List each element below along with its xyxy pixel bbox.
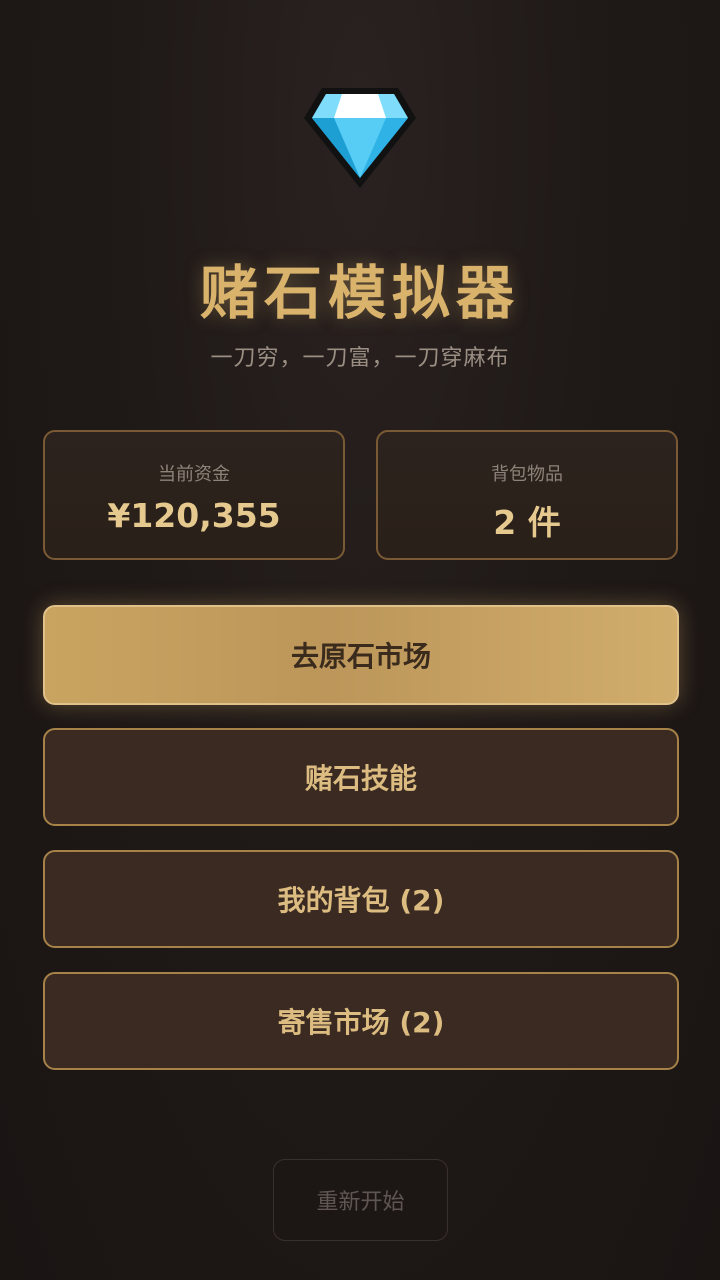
restart-button[interactable]: 重新开始 xyxy=(273,1159,448,1241)
inventory-value: 2 件 xyxy=(493,503,561,542)
skills-button[interactable]: 赌石技能 xyxy=(43,728,679,826)
app-title: 赌石模拟器 xyxy=(199,259,520,327)
funds-value: ¥120,355 xyxy=(107,496,281,535)
funds-label: 当前资金 xyxy=(158,464,230,485)
go-market-button[interactable]: 去原石市场 xyxy=(43,605,679,705)
app-screen: 赌石模拟器 一刀穷，一刀富，一刀穿麻布 当前资金 ¥120,355 背包物品 2… xyxy=(0,0,720,1280)
inventory-label: 背包物品 xyxy=(491,464,563,485)
diamond-icon xyxy=(304,88,416,188)
app-subtitle: 一刀穷，一刀富，一刀穿麻布 xyxy=(210,346,510,371)
backpack-button[interactable]: 我的背包 (2) xyxy=(43,850,679,948)
inventory-card: 背包物品 2 件 xyxy=(376,430,678,560)
consignment-market-button[interactable]: 寄售市场 (2) xyxy=(43,972,679,1070)
funds-card: 当前资金 ¥120,355 xyxy=(43,430,345,560)
